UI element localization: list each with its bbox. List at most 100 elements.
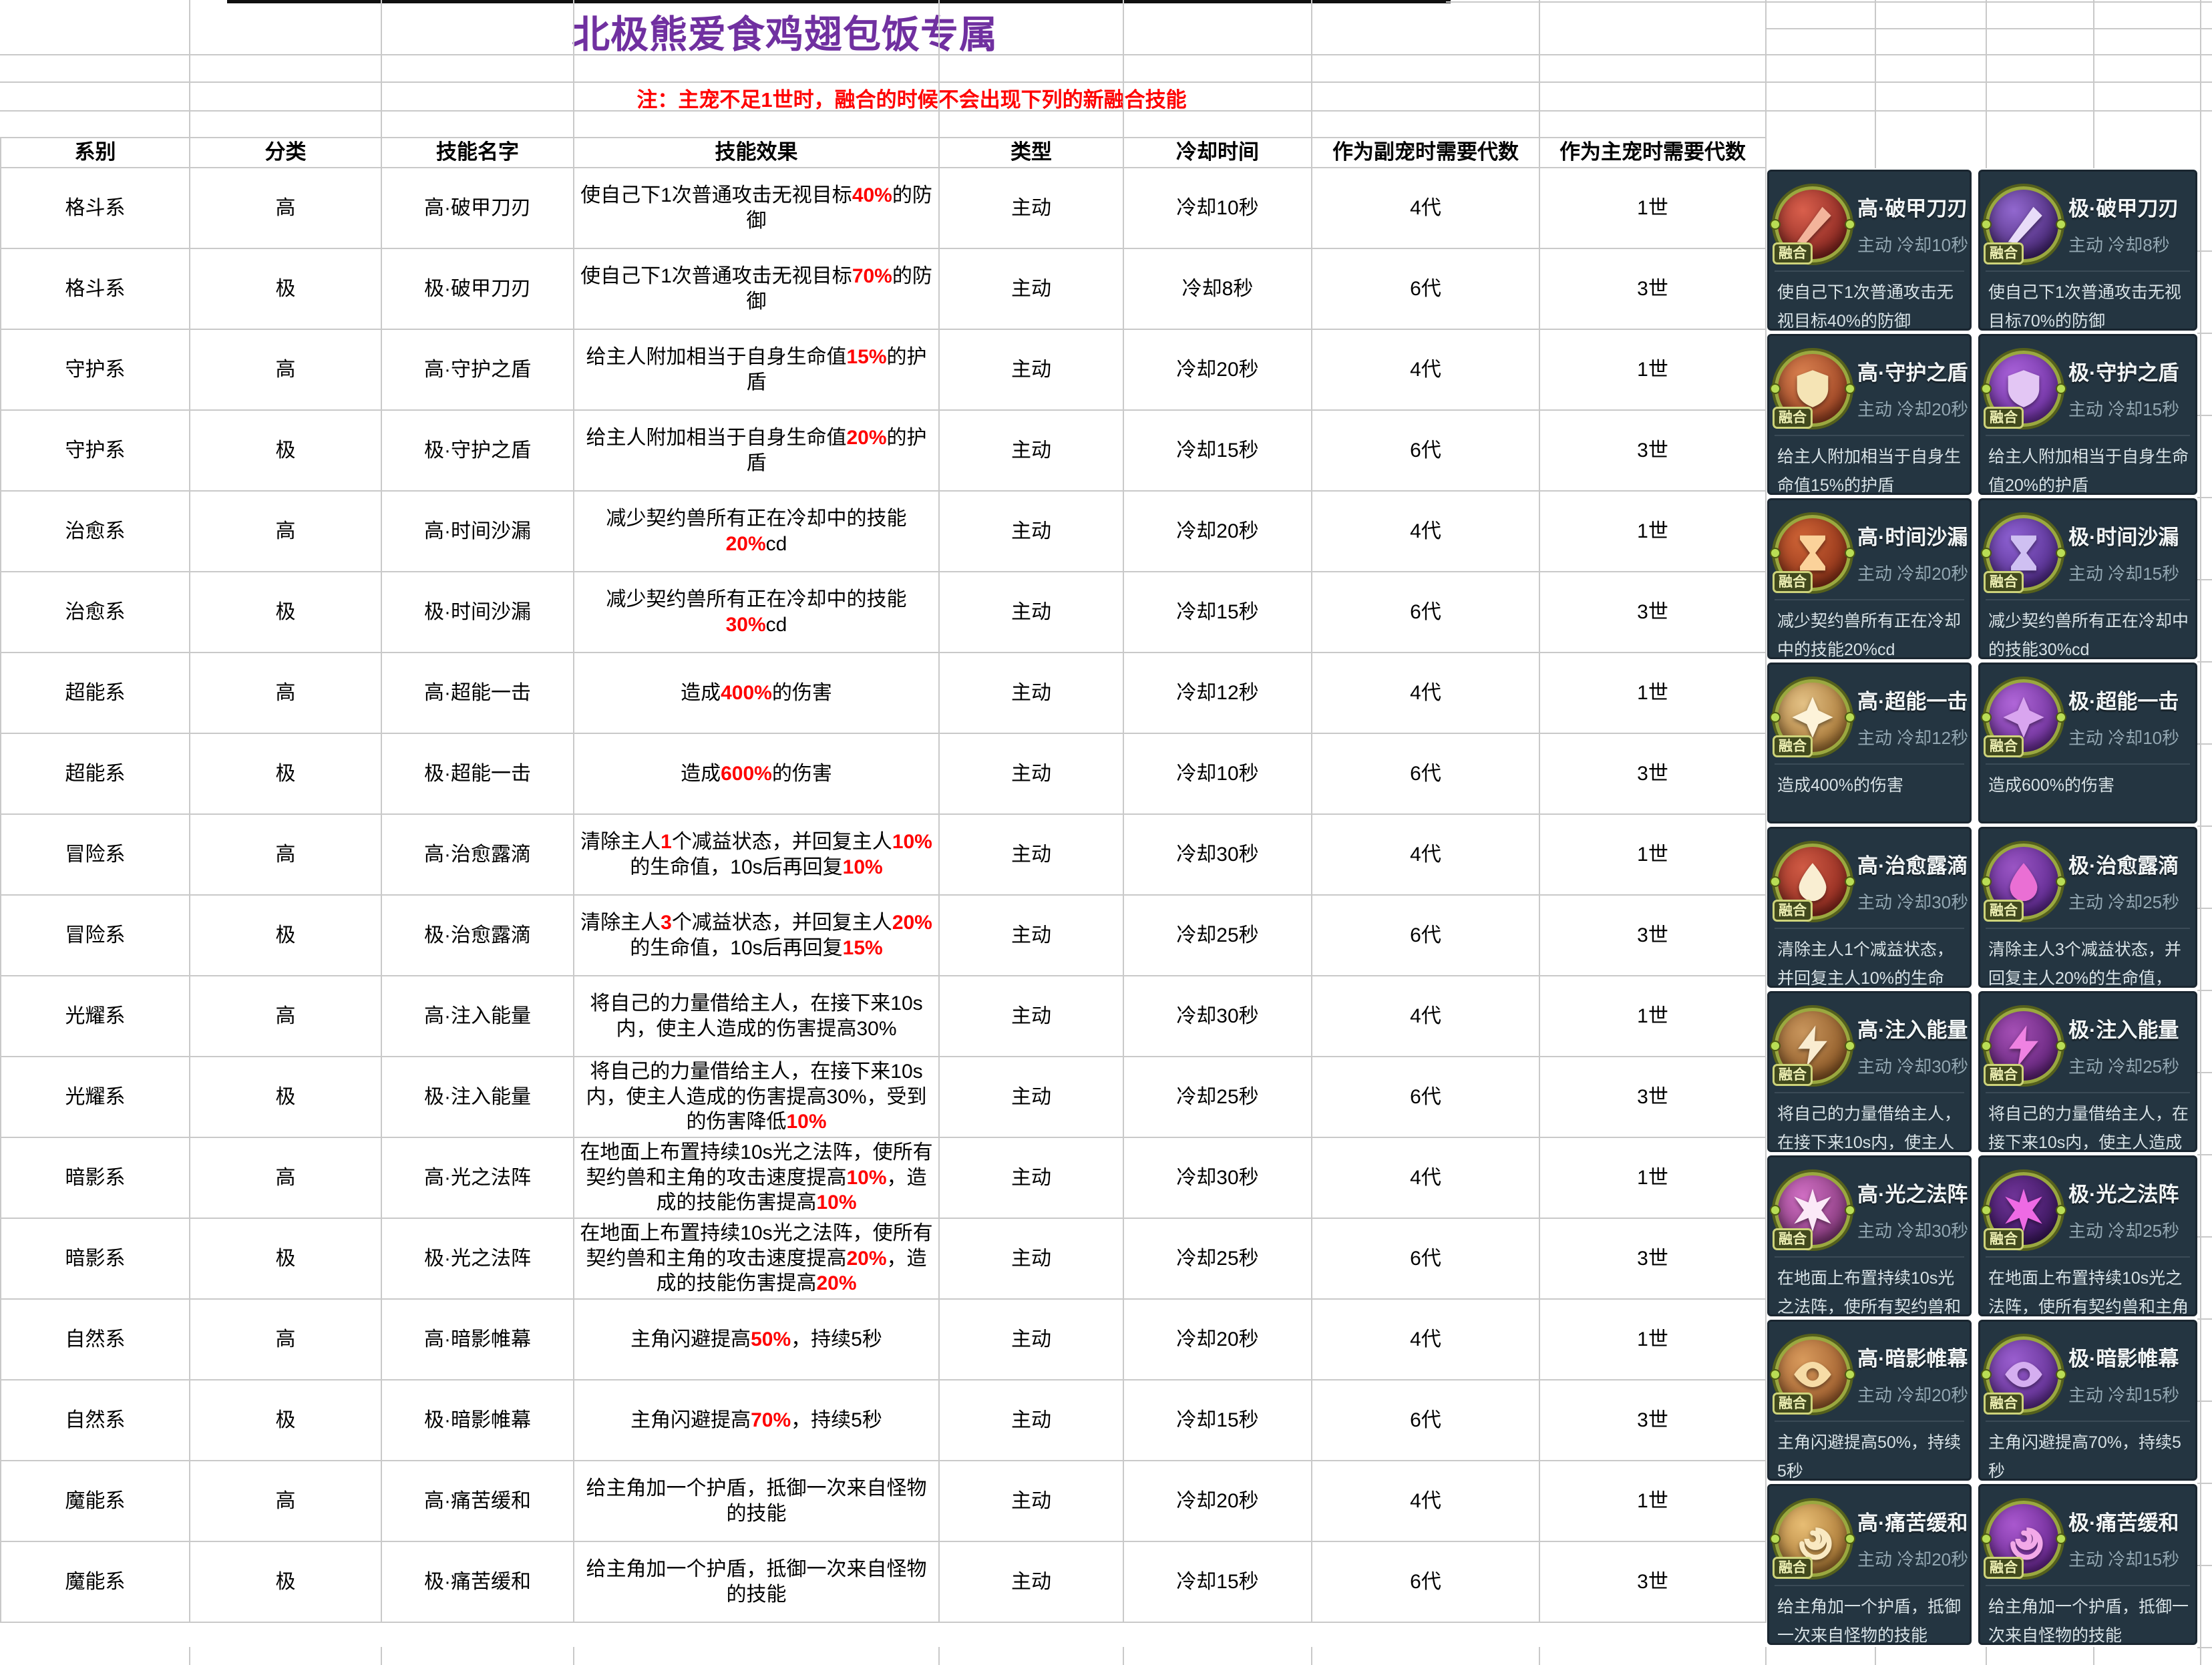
cooldown-cell[interactable]: 冷却10秒 xyxy=(1123,167,1312,249)
main-gen-cell[interactable]: 1世 xyxy=(1539,1137,1767,1219)
cooldown-cell[interactable]: 冷却15秒 xyxy=(1123,409,1312,492)
skill-card[interactable]: 融合 极·注入能量 主动 冷却25秒 将自己的力量借给主人，在接下来10s内，使主人造… xyxy=(1978,991,2197,1152)
main-gen-cell[interactable]: 3世 xyxy=(1539,1218,1767,1300)
skill-name-cell[interactable]: 极·痛苦缓和 xyxy=(381,1541,574,1623)
effect-cell[interactable]: 主角闪避提高70%，持续5秒 xyxy=(573,1379,940,1461)
main-gen-cell[interactable]: 3世 xyxy=(1539,894,1767,976)
type-cell[interactable]: 主动 xyxy=(938,813,1124,896)
sub-gen-cell[interactable]: 6代 xyxy=(1311,733,1540,815)
tier-cell[interactable]: 高 xyxy=(189,1460,382,1542)
type-cell[interactable]: 主动 xyxy=(938,975,1124,1057)
tier-cell[interactable]: 高 xyxy=(189,975,382,1057)
skill-name-cell[interactable]: 高·痛苦缓和 xyxy=(381,1460,574,1542)
skill-name-cell[interactable]: 极·守护之盾 xyxy=(381,409,574,492)
series-cell[interactable]: 光耀系 xyxy=(0,975,190,1057)
sub-gen-cell[interactable]: 4代 xyxy=(1311,652,1540,734)
skill-card[interactable]: 融合 极·超能一击 主动 冷却10秒 造成600%的伤害 xyxy=(1978,663,2197,823)
tier-cell[interactable]: 极 xyxy=(189,733,382,815)
cooldown-cell[interactable]: 冷却10秒 xyxy=(1123,733,1312,815)
sub-gen-cell[interactable]: 4代 xyxy=(1311,167,1540,249)
sub-gen-cell[interactable]: 4代 xyxy=(1311,813,1540,896)
effect-cell[interactable]: 使自己下1次普通攻击无视目标40%的防御 xyxy=(573,167,940,249)
sub-gen-cell[interactable]: 4代 xyxy=(1311,1137,1540,1219)
cooldown-cell[interactable]: 冷却12秒 xyxy=(1123,652,1312,734)
tier-cell[interactable]: 极 xyxy=(189,1379,382,1461)
type-cell[interactable]: 主动 xyxy=(938,248,1124,330)
main-gen-cell[interactable]: 3世 xyxy=(1539,1379,1767,1461)
skill-name-cell[interactable]: 极·超能一击 xyxy=(381,733,574,815)
type-cell[interactable]: 主动 xyxy=(938,1137,1124,1219)
series-cell[interactable]: 守护系 xyxy=(0,409,190,492)
skill-name-cell[interactable]: 高·治愈露滴 xyxy=(381,813,574,896)
effect-cell[interactable]: 清除主人1个减益状态，并回复主人10%的生命值，10s后再回复10% xyxy=(573,813,940,896)
main-gen-cell[interactable]: 1世 xyxy=(1539,1298,1767,1380)
cooldown-cell[interactable]: 冷却8秒 xyxy=(1123,248,1312,330)
sub-gen-cell[interactable]: 6代 xyxy=(1311,409,1540,492)
effect-cell[interactable]: 清除主人3个减益状态，并回复主人20% 的生命值，10s后再回复15% xyxy=(573,894,940,976)
sub-gen-cell[interactable]: 6代 xyxy=(1311,894,1540,976)
series-cell[interactable]: 守护系 xyxy=(0,329,190,411)
skill-card[interactable]: 融合 极·暗影帷幕 主动 冷却15秒 主角闪避提高70%，持续5秒 xyxy=(1978,1320,2197,1481)
effect-cell[interactable]: 给主人附加相当于自身生命值20%的护盾 xyxy=(573,409,940,492)
cooldown-cell[interactable]: 冷却30秒 xyxy=(1123,1137,1312,1219)
tier-cell[interactable]: 极 xyxy=(189,1541,382,1623)
main-gen-cell[interactable]: 1世 xyxy=(1539,167,1767,249)
type-cell[interactable]: 主动 xyxy=(938,1056,1124,1138)
sub-gen-cell[interactable]: 6代 xyxy=(1311,571,1540,653)
effect-cell[interactable]: 在地面上布置持续10s光之法阵，使所有契约兽和主角的攻击速度提高20%，造成的技… xyxy=(573,1218,940,1300)
type-cell[interactable]: 主动 xyxy=(938,1379,1124,1461)
tier-cell[interactable]: 高 xyxy=(189,1298,382,1380)
skill-name-cell[interactable]: 高·光之法阵 xyxy=(381,1137,574,1219)
effect-cell[interactable]: 给主人附加相当于自身生命值15%的护盾 xyxy=(573,329,940,411)
sub-gen-cell[interactable]: 6代 xyxy=(1311,1379,1540,1461)
sub-gen-cell[interactable]: 4代 xyxy=(1311,975,1540,1057)
column-header[interactable]: 类型 xyxy=(938,137,1124,168)
skill-name-cell[interactable]: 高·超能一击 xyxy=(381,652,574,734)
series-cell[interactable]: 自然系 xyxy=(0,1379,190,1461)
tier-cell[interactable]: 高 xyxy=(189,490,382,572)
cooldown-cell[interactable]: 冷却15秒 xyxy=(1123,571,1312,653)
cooldown-cell[interactable]: 冷却20秒 xyxy=(1123,1298,1312,1380)
skill-name-cell[interactable]: 极·光之法阵 xyxy=(381,1218,574,1300)
column-header[interactable]: 技能效果 xyxy=(573,137,940,168)
skill-name-cell[interactable]: 高·破甲刀刃 xyxy=(381,167,574,249)
tier-cell[interactable]: 高 xyxy=(189,329,382,411)
main-gen-cell[interactable]: 1世 xyxy=(1539,652,1767,734)
series-cell[interactable]: 超能系 xyxy=(0,733,190,815)
type-cell[interactable]: 主动 xyxy=(938,490,1124,572)
skill-name-cell[interactable]: 极·时间沙漏 xyxy=(381,571,574,653)
column-header[interactable]: 技能名字 xyxy=(381,137,574,168)
effect-cell[interactable]: 将自己的力量借给主人，在接下来10s内，使主人造成的伤害提高30% xyxy=(573,975,940,1057)
type-cell[interactable]: 主动 xyxy=(938,571,1124,653)
tier-cell[interactable]: 极 xyxy=(189,409,382,492)
effect-cell[interactable]: 将自己的力量借给主人，在接下来10s内，使主人造成的伤害提高30%，受到的伤害降… xyxy=(573,1056,940,1138)
effect-cell[interactable]: 造成400%的伤害 xyxy=(573,652,940,734)
type-cell[interactable]: 主动 xyxy=(938,409,1124,492)
skill-card[interactable]: 融合 极·痛苦缓和 主动 冷却15秒 给主角加一个护盾，抵御一次来自怪物的技能 xyxy=(1978,1484,2197,1645)
cooldown-cell[interactable]: 冷却25秒 xyxy=(1123,894,1312,976)
type-cell[interactable]: 主动 xyxy=(938,1541,1124,1623)
main-gen-cell[interactable]: 3世 xyxy=(1539,1541,1767,1623)
type-cell[interactable]: 主动 xyxy=(938,894,1124,976)
effect-cell[interactable]: 给主角加一个护盾，抵御一次来自怪物的技能 xyxy=(573,1541,940,1623)
series-cell[interactable]: 超能系 xyxy=(0,652,190,734)
skill-card[interactable]: 融合 极·破甲刀刃 主动 冷却8秒 使自己下1次普通攻击无视目标70%的防御 xyxy=(1978,170,2197,331)
tier-cell[interactable]: 极 xyxy=(189,248,382,330)
skill-name-cell[interactable]: 极·破甲刀刃 xyxy=(381,248,574,330)
series-cell[interactable]: 格斗系 xyxy=(0,248,190,330)
series-cell[interactable]: 暗影系 xyxy=(0,1218,190,1300)
sub-gen-cell[interactable]: 6代 xyxy=(1311,1056,1540,1138)
series-cell[interactable]: 冒险系 xyxy=(0,894,190,976)
series-cell[interactable]: 暗影系 xyxy=(0,1137,190,1219)
skill-card[interactable]: 融合 高·超能一击 主动 冷却12秒 造成400%的伤害 xyxy=(1767,663,1972,823)
skill-card[interactable]: 融合 高·暗影帷幕 主动 冷却20秒 主角闪避提高50%，持续5秒 xyxy=(1767,1320,1972,1481)
sub-gen-cell[interactable]: 6代 xyxy=(1311,1541,1540,1623)
sub-gen-cell[interactable]: 4代 xyxy=(1311,1298,1540,1380)
column-header[interactable]: 冷却时间 xyxy=(1123,137,1312,168)
tier-cell[interactable]: 极 xyxy=(189,894,382,976)
skill-card[interactable]: 融合 高·治愈露滴主动 冷却30秒清除主人1个减益状态，并回复主人10%的生命值，… xyxy=(1767,827,1972,988)
main-gen-cell[interactable]: 1世 xyxy=(1539,813,1767,896)
main-gen-cell[interactable]: 3世 xyxy=(1539,733,1767,815)
cooldown-cell[interactable]: 冷却20秒 xyxy=(1123,329,1312,411)
main-gen-cell[interactable]: 3世 xyxy=(1539,409,1767,492)
